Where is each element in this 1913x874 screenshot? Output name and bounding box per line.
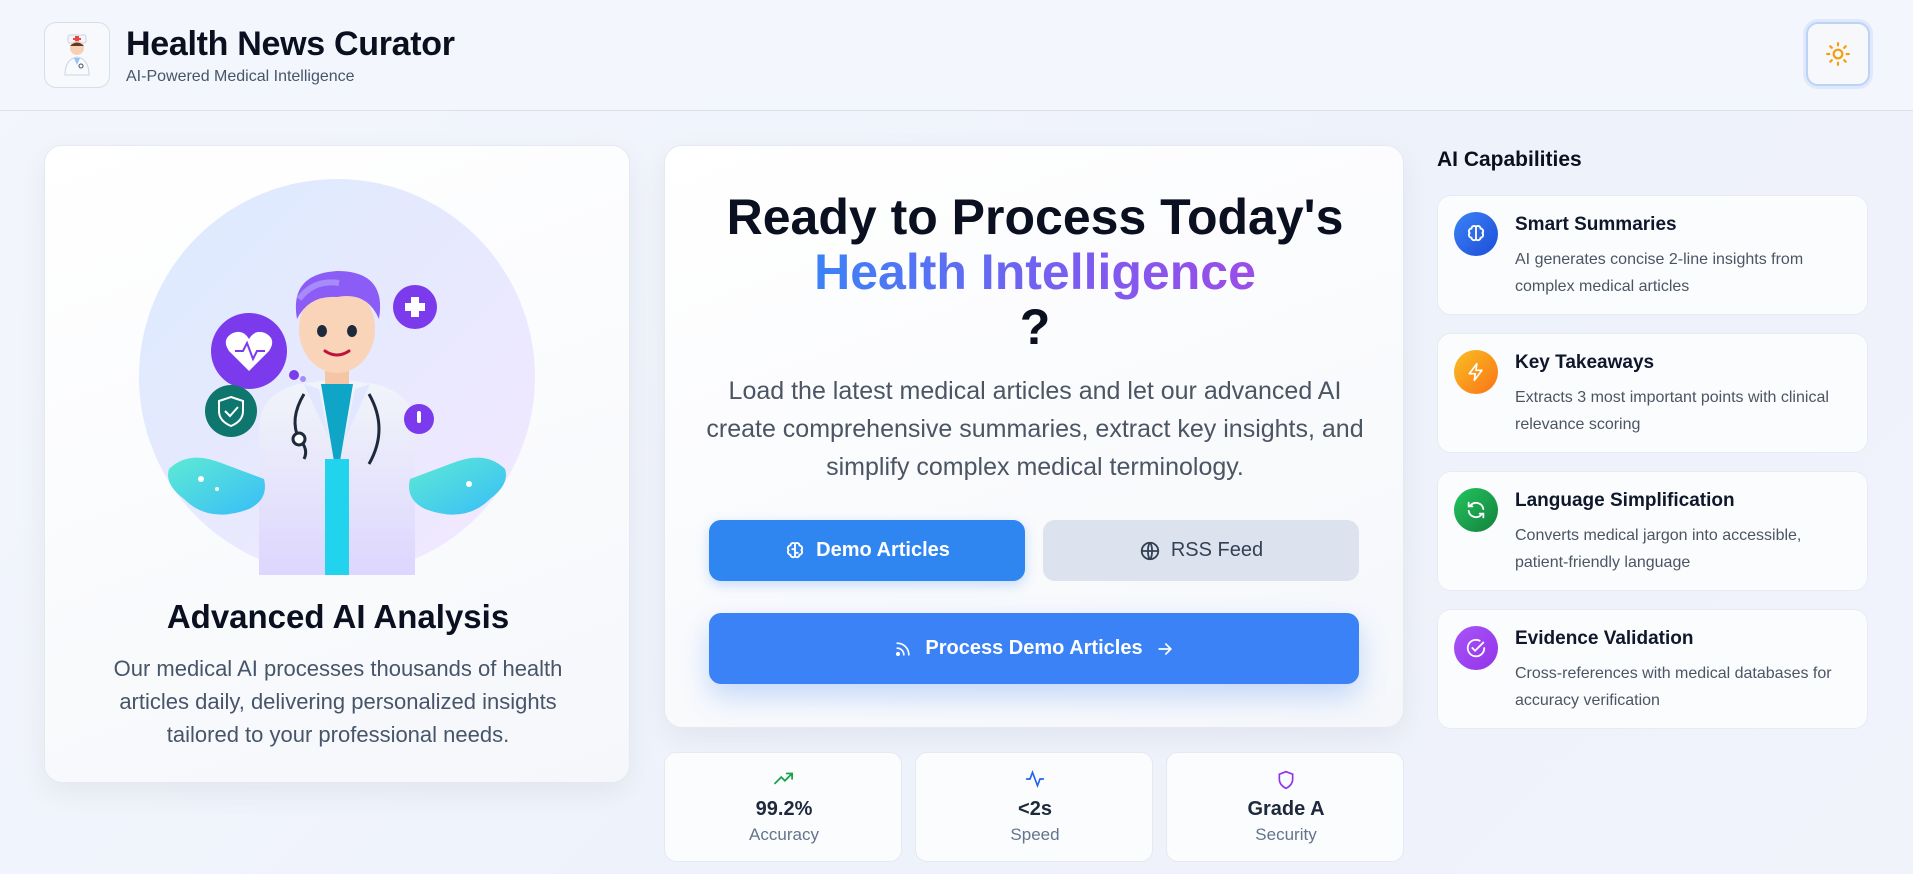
hero-title-line3: ? [1019, 299, 1051, 355]
stat-accuracy: 99.2% Accuracy [664, 752, 902, 862]
analysis-description: Our medical AI processes thousands of he… [113, 656, 563, 747]
hero-title-highlight: Health Intelligence [814, 244, 1256, 300]
capability-card: Language Simplification Converts medical… [1437, 471, 1868, 591]
theme-toggle-button[interactable] [1806, 22, 1870, 86]
trending-up-icon [774, 772, 793, 785]
capability-title: Evidence Validation [1515, 628, 1694, 649]
process-card: Ready to Process Today's Health Intellig… [664, 145, 1404, 728]
capability-card: Smart Summaries AI generates concise 2-l… [1437, 195, 1868, 315]
demo-articles-button[interactable]: Demo Articles [709, 520, 1025, 581]
stat-value: <2s [1018, 798, 1052, 820]
capability-title: Key Takeaways [1515, 352, 1655, 373]
stat-speed: <2s Speed [915, 752, 1153, 862]
capability-title: Smart Summaries [1515, 214, 1677, 235]
zap-icon [1468, 362, 1483, 382]
capability-description: Converts medical jargon into accessible,… [1515, 527, 1802, 571]
hero-description: Load the latest medical articles and let… [706, 377, 1364, 481]
stat-value: Grade A [1247, 798, 1325, 820]
brain-icon [787, 541, 804, 558]
ai-analysis-card: Advanced AI Analysis Our medical AI proc… [44, 145, 630, 783]
capability-card: Key Takeaways Extracts 3 most important … [1437, 333, 1868, 453]
doctor-avatar-icon [64, 34, 90, 76]
stat-label: Accuracy [749, 825, 819, 844]
capability-description: Cross-references with medical databases … [1515, 665, 1832, 709]
app-header: Health News Curator AI-Powered Medical I… [0, 0, 1913, 111]
rss-feed-label: RSS Feed [1170, 539, 1264, 561]
app-logo [44, 22, 110, 88]
refresh-icon [1467, 501, 1485, 519]
stat-label: Security [1255, 825, 1317, 844]
hero-title-line2: Health Intelligence [665, 243, 1405, 301]
stat-label: Speed [1010, 825, 1060, 844]
arrow-right-icon [1157, 642, 1172, 655]
capability-description: AI generates concise 2-line insights fro… [1515, 251, 1804, 295]
process-articles-button[interactable]: Process Demo Articles [709, 613, 1359, 684]
app-title: Health News Curator [126, 25, 455, 63]
stat-security: Grade A Security [1166, 752, 1404, 862]
activity-icon [1025, 769, 1045, 789]
globe-icon [1140, 541, 1160, 560]
capabilities-heading: AI Capabilities [1437, 148, 1582, 171]
stat-value: 99.2% [755, 798, 813, 820]
capability-title: Language Simplification [1515, 490, 1735, 511]
shield-icon [1278, 770, 1294, 790]
rss-feed-button[interactable]: RSS Feed [1043, 520, 1359, 581]
process-articles-label: Process Demo Articles [925, 637, 1143, 659]
doctor-illustration [139, 179, 535, 575]
analysis-title: Advanced AI Analysis [166, 598, 510, 635]
capability-description: Extracts 3 most important points with cl… [1515, 389, 1829, 433]
brain-icon [1467, 225, 1485, 242]
hero-title-line1: Ready to Process Today's [726, 189, 1344, 245]
app-subtitle: AI-Powered Medical Intelligence [126, 68, 355, 85]
capability-card: Evidence Validation Cross-references wit… [1437, 609, 1868, 729]
rss-icon [896, 641, 911, 656]
sun-icon [1826, 42, 1850, 66]
demo-articles-label: Demo Articles [816, 539, 950, 561]
check-circle-icon [1466, 638, 1486, 658]
